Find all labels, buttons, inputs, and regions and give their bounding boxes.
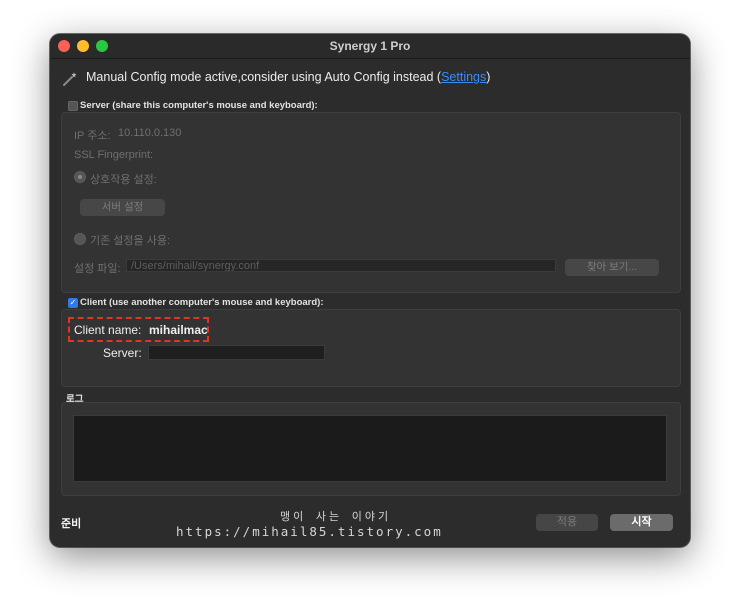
interactive-config-label: 상호작용 설정: <box>90 174 157 186</box>
magic-wand-icon <box>63 72 77 86</box>
client-group-label: Client (use another computer's mouse and… <box>80 297 324 308</box>
config-file-path-field[interactable]: /Users/mihail/synergy.conf <box>126 259 556 272</box>
server-address-input[interactable] <box>148 345 325 360</box>
client-mode-checkbox[interactable]: ✓ <box>68 298 78 308</box>
server-group-label: Server (share this computer's mouse and … <box>80 100 318 111</box>
app-window: Synergy 1 Pro Manual Config mode active,… <box>50 34 690 547</box>
status-text: 준비 <box>61 518 82 530</box>
config-file-label: 설정 파일: <box>74 263 121 275</box>
server-group-box: IP 주소: 10.110.0.130 SSL Fingerprint: 상호작… <box>61 112 681 293</box>
ip-address-value: 10.110.0.130 <box>118 127 182 139</box>
server-settings-button[interactable]: 서버 설정 <box>80 199 165 216</box>
start-button[interactable]: 시작 <box>610 514 673 531</box>
log-output[interactable] <box>73 415 667 482</box>
title-bar[interactable]: Synergy 1 Pro <box>50 34 690 59</box>
settings-link[interactable]: Settings <box>441 70 486 84</box>
server-mode-checkbox[interactable] <box>68 101 78 111</box>
ssl-fingerprint-label: SSL Fingerprint: <box>74 149 154 161</box>
use-existing-config-label: 기존 설정을 사용: <box>90 235 171 247</box>
server-address-label: Server: <box>103 346 142 360</box>
apply-button[interactable]: 적용 <box>536 514 598 531</box>
browse-button[interactable]: 찾아 보기... <box>565 259 659 276</box>
ip-address-label: IP 주소: <box>74 130 111 142</box>
use-existing-config-radio[interactable] <box>74 233 86 245</box>
config-mode-notice: Manual Config mode active,consider using… <box>86 70 491 84</box>
client-name-value[interactable]: mihailmac <box>149 323 208 337</box>
watermark-title: 맹이 사는 이야기 <box>280 510 392 523</box>
client-name-label: Client name: <box>74 323 142 337</box>
interactive-config-radio[interactable] <box>74 171 86 183</box>
watermark-url: https://mihail85.tistory.com <box>176 524 443 539</box>
window-title: Synergy 1 Pro <box>329 39 411 53</box>
